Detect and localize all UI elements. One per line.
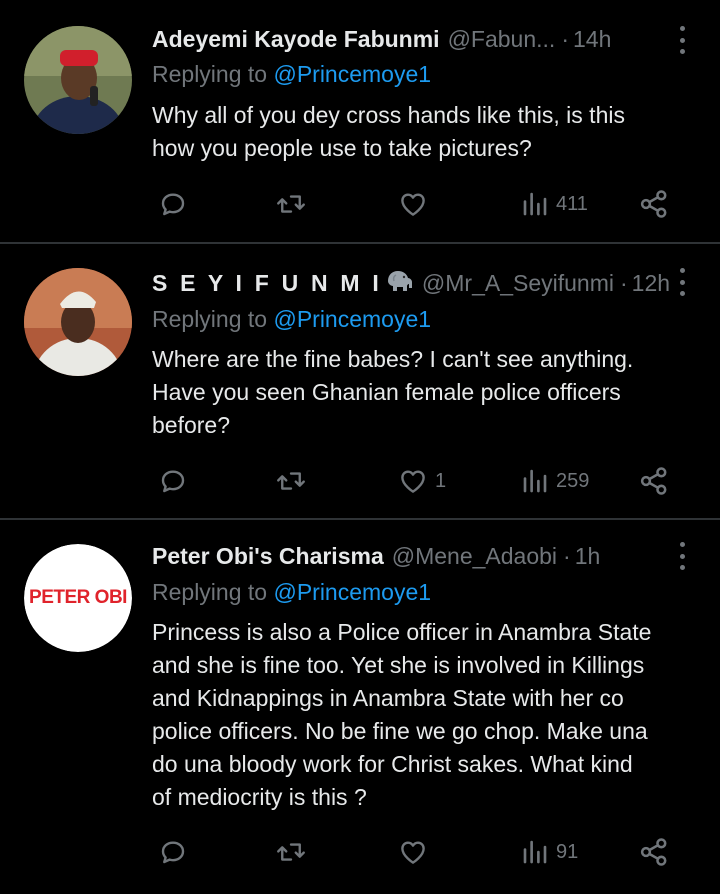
user-handle[interactable]: @Mr_A_Seyifunmi (422, 270, 614, 297)
mention-link[interactable]: @Princemoye1 (273, 61, 431, 87)
share-icon (640, 190, 667, 218)
retweet-button[interactable] (274, 184, 308, 224)
like-count: 1 (435, 469, 447, 492)
avatar[interactable] (24, 268, 132, 376)
more-icon[interactable] (678, 26, 686, 54)
reply-tweet[interactable]: Adeyemi Kayode Fabunmi @Fabun... · 14h R… (0, 0, 720, 242)
share-button[interactable] (638, 184, 670, 224)
reply-tweet[interactable]: PETER OBI Peter Obi's Charisma @Mene_Ada… (0, 520, 720, 894)
view-count: 411 (556, 192, 588, 215)
view-count: 91 (556, 840, 579, 863)
tweet-header: Peter Obi's Charisma @Mene_Adaobi · 1h (152, 541, 600, 571)
retweet-button[interactable] (274, 461, 308, 501)
retweet-icon (277, 472, 305, 490)
replying-prefix: Replying to (152, 579, 268, 605)
logo-text: PETER OBI (29, 587, 127, 608)
retweet-icon (277, 843, 305, 861)
replying-to: Replying to @Princemoye1 (152, 579, 431, 606)
like-button[interactable] (397, 832, 435, 872)
profile-photo-white-cap (24, 268, 132, 376)
timestamp[interactable]: 12h (632, 270, 670, 297)
reply-icon (161, 841, 185, 864)
share-icon (640, 467, 667, 495)
retweet-icon (277, 195, 305, 213)
timestamp[interactable]: 1h (575, 543, 601, 570)
action-bar: 411 (152, 184, 682, 224)
views-button[interactable]: 259 (520, 461, 589, 501)
avatar[interactable] (24, 26, 132, 134)
like-icon (401, 193, 425, 216)
more-icon[interactable] (678, 268, 686, 296)
reply-feed: Adeyemi Kayode Fabunmi @Fabun... · 14h R… (0, 0, 720, 894)
reply-tweet[interactable]: S E Y I F U N M I @Mr_A_Seyifunmi · 12h … (0, 244, 720, 518)
action-bar: 1 259 (152, 461, 682, 501)
timestamp[interactable]: 14h (573, 26, 611, 53)
display-name[interactable]: S E Y I F U N M I (152, 270, 382, 297)
views-icon (523, 192, 547, 216)
action-bar: 91 (152, 832, 682, 872)
more-icon[interactable] (678, 542, 686, 570)
separator: · (563, 542, 571, 569)
user-handle[interactable]: @Fabun... (448, 26, 556, 53)
elephant-icon (384, 267, 414, 299)
mention-link[interactable]: @Princemoye1 (273, 579, 431, 605)
like-icon (401, 841, 425, 864)
views-button[interactable]: 91 (520, 832, 578, 872)
reply-button[interactable] (158, 832, 188, 872)
tweet-text: Where are the fine babes? I can't see an… (152, 346, 634, 438)
view-count: 259 (556, 469, 590, 492)
mention-link[interactable]: @Princemoye1 (273, 306, 431, 332)
reply-button[interactable] (158, 184, 188, 224)
views-icon (523, 840, 547, 864)
replying-to: Replying to @Princemoye1 (152, 61, 431, 88)
like-button[interactable]: 1 (397, 461, 446, 501)
user-handle[interactable]: @Mene_Adaobi (392, 543, 557, 570)
tweet-header: S E Y I F U N M I @Mr_A_Seyifunmi · 12h (152, 268, 670, 298)
separator: · (620, 269, 628, 296)
separator: · (561, 25, 569, 52)
reply-button[interactable] (158, 461, 188, 501)
avatar[interactable]: PETER OBI (24, 544, 132, 652)
views-button[interactable]: 411 (520, 184, 588, 224)
replying-to: Replying to @Princemoye1 (152, 306, 431, 333)
reply-icon (161, 470, 185, 493)
share-button[interactable] (638, 461, 670, 501)
replying-prefix: Replying to (152, 61, 268, 87)
peter-obi-logo: PETER OBI (24, 544, 132, 652)
tweet-header: Adeyemi Kayode Fabunmi @Fabun... · 14h (152, 24, 611, 54)
replying-prefix: Replying to (152, 306, 268, 332)
share-icon (640, 838, 667, 866)
reply-icon (161, 193, 185, 216)
share-button[interactable] (638, 832, 670, 872)
views-icon (523, 469, 547, 493)
tweet-text: Why all of you dey cross hands like this… (152, 102, 625, 161)
display-name[interactable]: Peter Obi's Charisma (152, 543, 384, 570)
display-name[interactable]: Adeyemi Kayode Fabunmi (152, 26, 440, 53)
tweet-text: Princess is also a Police officer in Ana… (152, 619, 652, 810)
like-icon (401, 470, 425, 493)
like-button[interactable] (397, 184, 435, 224)
retweet-button[interactable] (274, 832, 308, 872)
profile-photo-red-cap (24, 26, 132, 134)
